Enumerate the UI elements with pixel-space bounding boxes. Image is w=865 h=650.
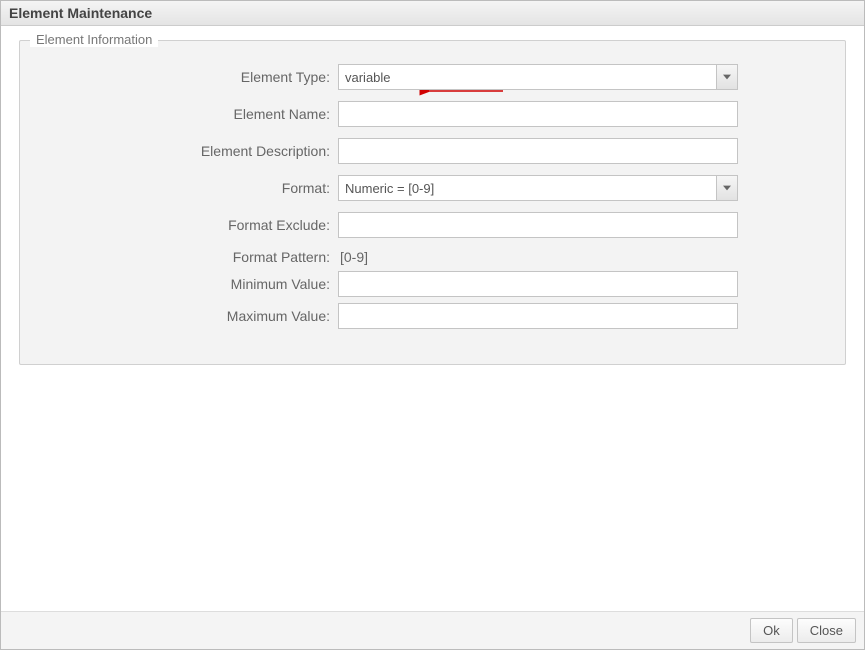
format-trigger[interactable]	[716, 175, 738, 201]
dialog-window: Element Maintenance Element Information …	[0, 0, 865, 650]
maximum-value-input[interactable]	[338, 303, 738, 329]
element-description-input[interactable]	[338, 138, 738, 164]
chevron-down-icon	[723, 74, 731, 80]
row-format-pattern: Format Pattern: [0-9]	[38, 249, 827, 265]
label-element-type: Element Type:	[38, 69, 338, 85]
label-format-exclude: Format Exclude:	[38, 217, 338, 233]
row-element-type: Element Type:	[38, 64, 827, 90]
row-element-name: Element Name:	[38, 101, 827, 127]
format-input[interactable]	[338, 175, 716, 201]
dialog-title: Element Maintenance	[1, 1, 864, 26]
format-exclude-input[interactable]	[338, 212, 738, 238]
label-maximum-value: Maximum Value:	[38, 308, 338, 324]
element-type-combo[interactable]	[338, 64, 738, 90]
label-format-pattern: Format Pattern:	[38, 249, 338, 265]
fieldset-legend: Element Information	[30, 32, 158, 47]
close-button[interactable]: Close	[797, 618, 856, 643]
element-type-trigger[interactable]	[716, 64, 738, 90]
ok-button[interactable]: Ok	[750, 618, 793, 643]
row-format: Format:	[38, 175, 827, 201]
label-element-name: Element Name:	[38, 106, 338, 122]
dialog-body: Element Information Element Type:	[1, 26, 864, 611]
row-maximum-value: Maximum Value:	[38, 303, 827, 329]
dialog-footer: Ok Close	[1, 611, 864, 649]
label-minimum-value: Minimum Value:	[38, 276, 338, 292]
format-pattern-value: [0-9]	[338, 249, 368, 265]
row-format-exclude: Format Exclude:	[38, 212, 827, 238]
label-format: Format:	[38, 180, 338, 196]
element-name-input[interactable]	[338, 101, 738, 127]
element-information-fieldset: Element Information Element Type:	[19, 40, 846, 365]
minimum-value-input[interactable]	[338, 271, 738, 297]
format-combo[interactable]	[338, 175, 738, 201]
chevron-down-icon	[723, 185, 731, 191]
label-element-description: Element Description:	[38, 143, 338, 159]
row-minimum-value: Minimum Value:	[38, 271, 827, 297]
row-element-description: Element Description:	[38, 138, 827, 164]
element-type-input[interactable]	[338, 64, 716, 90]
